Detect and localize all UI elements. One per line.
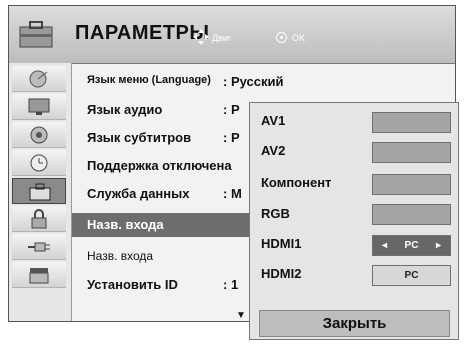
menu-item-value: : Русский bbox=[223, 74, 284, 89]
menu-item-label: Язык аудио bbox=[87, 102, 163, 117]
close-button[interactable]: Закрыть bbox=[259, 310, 450, 337]
toolbox-icon bbox=[19, 21, 53, 48]
navigate-icon bbox=[193, 29, 209, 45]
input-label-hdmi2: HDMI2 bbox=[261, 266, 302, 281]
ok-hint-label: OK bbox=[292, 33, 306, 43]
menu-item-label: Назв. входа bbox=[87, 249, 154, 263]
input-name-field-component[interactable] bbox=[372, 174, 451, 195]
menu-item-data-service[interactable]: Служба данных : М bbox=[87, 186, 242, 201]
sidebar-item-lock[interactable] bbox=[12, 206, 66, 232]
ok-icon bbox=[276, 32, 287, 43]
input-label-component: Компонент bbox=[261, 175, 332, 190]
sidebar-item-picture[interactable] bbox=[12, 94, 66, 120]
input-name-value: PC bbox=[404, 270, 419, 281]
sidebar-item-audio[interactable] bbox=[12, 122, 66, 148]
menu-item-label: Служба данных bbox=[87, 186, 190, 201]
scroll-down-icon[interactable]: ▼ bbox=[236, 310, 246, 321]
lock-icon bbox=[31, 209, 47, 229]
menu-item-menu-language[interactable]: Язык меню (Language) : Русский bbox=[87, 74, 283, 89]
menu-item-label: Язык меню (Language) bbox=[87, 74, 211, 86]
input-name-field-av2[interactable] bbox=[372, 142, 451, 163]
sidebar-item-input[interactable] bbox=[12, 234, 66, 260]
menu-item-input-label-selected[interactable]: Назв. входа bbox=[72, 213, 254, 237]
menu-item-value: : М bbox=[223, 186, 242, 201]
input-name-field-av1[interactable] bbox=[372, 112, 451, 133]
menu-item-input-label[interactable]: Назв. входа bbox=[87, 249, 153, 263]
clapperboard-icon bbox=[29, 268, 49, 284]
sidebar-item-time[interactable] bbox=[12, 150, 66, 176]
page-title: ПАРАМЕТРЫ bbox=[75, 22, 210, 44]
input-label-rgb: RGB bbox=[261, 206, 290, 221]
clock-icon bbox=[30, 154, 48, 172]
input-label-hdmi1: HDMI1 bbox=[261, 236, 302, 251]
plug-icon bbox=[28, 242, 50, 252]
speaker-icon bbox=[30, 126, 48, 144]
input-label-popup: AV1 AV2 Компонент RGB HDMI1 ◄ PC ► HDMI2… bbox=[249, 102, 459, 340]
sidebar-item-options[interactable] bbox=[12, 178, 66, 204]
menu-item-label: Поддержка отключена bbox=[87, 158, 232, 173]
menu-item-label: Назв. входа bbox=[87, 217, 164, 232]
sidebar-item-channel[interactable] bbox=[12, 66, 66, 92]
menu-item-set-id[interactable]: Установить ID : 1 bbox=[87, 277, 238, 292]
category-sidebar bbox=[9, 63, 72, 321]
menu-item-value: : 1 bbox=[223, 277, 239, 292]
menu-item-label: Язык субтитров bbox=[87, 130, 192, 145]
satellite-icon bbox=[29, 70, 48, 88]
arrow-right-icon[interactable]: ► bbox=[434, 240, 443, 250]
input-name-field-rgb[interactable] bbox=[372, 204, 451, 225]
menu-item-value: : Р bbox=[223, 130, 240, 145]
menu-item-subtitle-language[interactable]: Язык субтитров : Р bbox=[87, 130, 240, 145]
menu-item-label: Установить ID bbox=[87, 277, 178, 292]
toolbox-icon bbox=[29, 183, 51, 201]
sidebar-item-usb[interactable] bbox=[12, 262, 66, 288]
input-name-field-hdmi2[interactable]: PC bbox=[372, 265, 451, 286]
input-label-av2: AV2 bbox=[261, 143, 286, 158]
menu-header: ПАРАМЕТРЫ Двиг OK bbox=[9, 6, 455, 64]
nav-hint-label: Двиг bbox=[212, 33, 232, 43]
menu-item-accessibility[interactable]: Поддержка отключена bbox=[87, 158, 232, 173]
monitor-icon bbox=[28, 98, 50, 115]
menu-item-value: : Р bbox=[223, 102, 240, 117]
menu-item-audio-language[interactable]: Язык аудио : Р bbox=[87, 102, 240, 117]
input-name-selector-hdmi1[interactable]: ◄ PC ► bbox=[372, 235, 451, 256]
input-label-av1: AV1 bbox=[261, 113, 286, 128]
